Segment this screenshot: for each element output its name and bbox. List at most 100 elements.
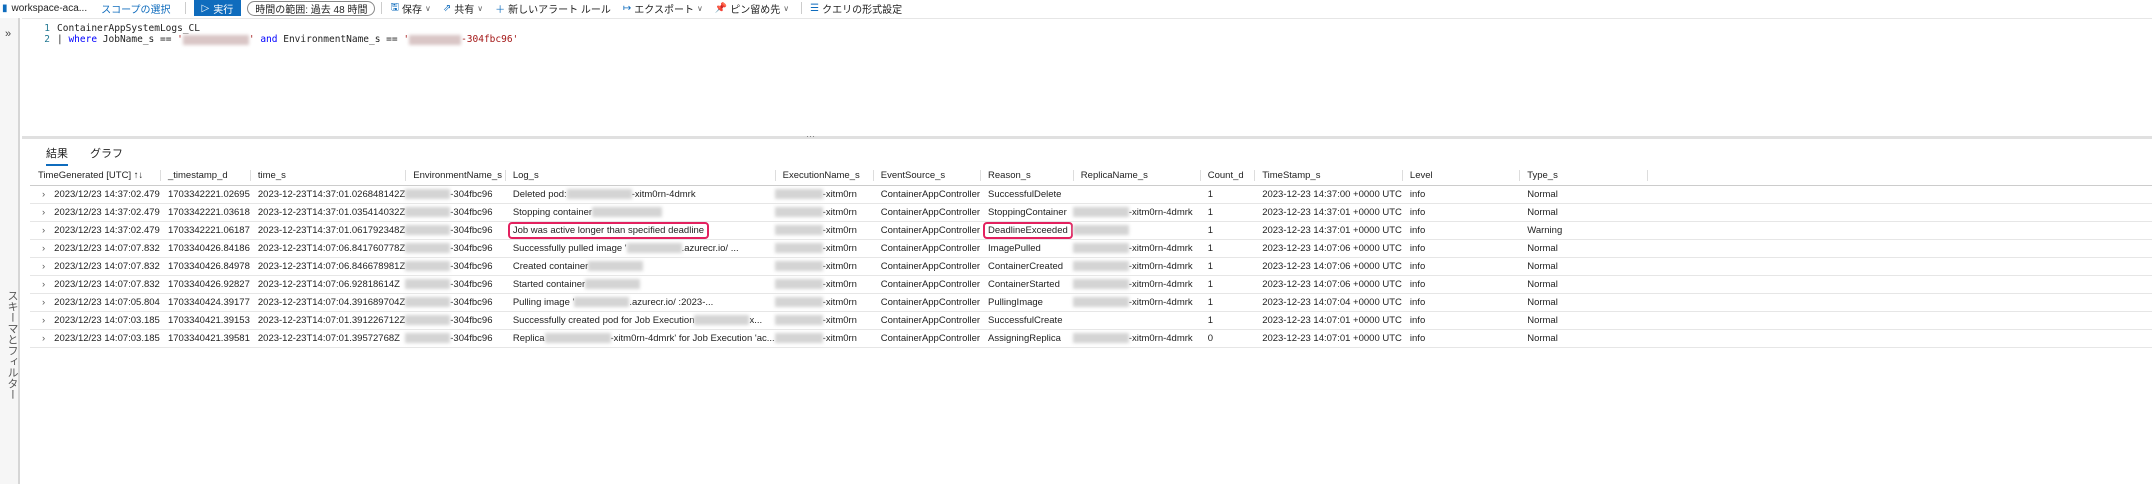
count: 1 xyxy=(1207,206,1214,218)
cell-replica: -xitm0rn-4dmrk xyxy=(1072,293,1200,312)
cell-reason: ContainerStarted xyxy=(980,275,1073,294)
environment-name: -304fbc96 xyxy=(450,332,493,344)
reason: StoppingContainer xyxy=(988,206,1067,218)
reason: SuccessfulCreate xyxy=(988,314,1063,326)
time-s: 2023-12-23T14:07:01.391226712Z xyxy=(257,314,406,326)
column-header[interactable]: Reason_s xyxy=(980,166,1073,186)
count: 1 xyxy=(1207,314,1214,326)
column-header[interactable]: TimeStamp_s xyxy=(1254,166,1402,186)
cell-empty xyxy=(1646,239,2152,258)
cell-reason: DeadlineExceeded xyxy=(980,221,1073,240)
column-header[interactable]: Log_s xyxy=(504,166,775,186)
cell-type: Normal xyxy=(1519,311,1647,330)
expand-row-icon[interactable]: › xyxy=(38,261,45,272)
cell-timestamp-s: 2023-12-23 14:37:01 +0000 UTC xyxy=(1254,203,1402,222)
level: info xyxy=(1409,314,1426,326)
new-alert-rule-button[interactable]: ＋新しいアラート ルール xyxy=(495,1,611,16)
pane-splitter[interactable] xyxy=(22,136,2152,139)
log-text: Started container xyxy=(512,278,586,290)
expand-row-icon[interactable]: › xyxy=(38,189,45,200)
timestamp-s: 2023-12-23 14:07:06 +0000 UTC xyxy=(1262,278,1402,290)
table-row[interactable]: › 2023/12/23 14:07:07.832 1703340426.8418… xyxy=(30,239,2152,258)
schema-filter-label[interactable]: スキーマとフィルター xyxy=(4,290,20,400)
column-header[interactable]: _timestamp_d xyxy=(159,166,250,186)
time-generated: 2023/12/23 14:37:02.479 xyxy=(54,188,160,200)
column-header[interactable]: Level xyxy=(1401,166,1520,186)
log-text: Stopping container xyxy=(512,206,593,218)
cell-environment: -304fbc96 xyxy=(405,311,505,330)
run-button[interactable]: ▷ 実行 xyxy=(193,0,242,16)
tab-chart[interactable]: グラフ xyxy=(90,145,123,166)
log-text-suffix: .azurecr.io/ ... xyxy=(681,242,739,254)
cell-time-s: 2023-12-23T14:07:06.841760778Z xyxy=(249,239,406,258)
redacted xyxy=(774,206,823,217)
schema-sidebar: » スキーマとフィルター xyxy=(0,18,20,484)
format-query-button[interactable]: ☰ クエリの形式設定 xyxy=(810,1,902,16)
share-icon: ⇗ xyxy=(442,2,452,14)
table-row[interactable]: › 2023/12/23 14:07:03.185 1703340421.3915… xyxy=(30,311,2152,330)
cell-level: info xyxy=(1401,203,1520,222)
pin-label: ピン留め先 xyxy=(730,4,781,16)
timestamp-s: 2023-12-23 14:37:00 +0000 UTC xyxy=(1262,188,1402,200)
cell-event-source: ContainerAppController xyxy=(872,293,981,312)
new-alert-label: 新しいアラート ルール xyxy=(508,4,611,16)
reason: ContainerStarted xyxy=(988,278,1060,290)
table-row[interactable]: › 2023/12/23 14:07:05.804 1703340424.3917… xyxy=(30,293,2152,312)
column-header[interactable]: ExecutionName_s xyxy=(774,166,873,186)
pin-button[interactable]: 📌 ピン留め先 ∨ xyxy=(715,1,789,16)
column-header[interactable]: ReplicaName_s xyxy=(1072,166,1200,186)
redacted xyxy=(405,224,451,235)
timestamp-s: 2023-12-23 14:07:01 +0000 UTC xyxy=(1262,314,1402,326)
splitter-handle-icon[interactable]: ··· xyxy=(806,131,815,141)
table-row[interactable]: › 2023/12/23 14:07:07.832 1703340426.9282… xyxy=(30,275,2152,294)
time-s: 2023-12-23T14:07:01.39572768Z xyxy=(257,332,400,344)
table-row[interactable]: › 2023/12/23 14:07:03.185 1703340421.3958… xyxy=(30,329,2152,348)
redacted xyxy=(405,242,451,253)
cell-count: 1 xyxy=(1199,239,1255,258)
time-range-button[interactable]: 時間の範囲: 過去 48 時間 xyxy=(247,0,376,16)
redacted xyxy=(409,34,462,45)
cell-empty xyxy=(1646,293,2152,312)
redacted xyxy=(1072,206,1129,217)
expand-row-icon[interactable]: › xyxy=(38,333,45,344)
redacted xyxy=(694,314,750,325)
column-header[interactable]: Type_s xyxy=(1519,166,1647,186)
table-row[interactable]: › 2023/12/23 14:07:07.832 1703340426.8497… xyxy=(30,257,2152,276)
expand-row-icon[interactable]: › xyxy=(38,297,45,308)
expand-row-icon[interactable]: › xyxy=(38,207,45,218)
query-editor[interactable]: 1 ContainerAppSystemLogs_CL 2 | where Jo… xyxy=(22,18,2152,136)
table-row[interactable]: › 2023/12/23 14:37:02.479 1703342221.0269… xyxy=(30,185,2152,204)
column-header[interactable]: EventSource_s xyxy=(872,166,981,186)
expand-row-icon[interactable]: › xyxy=(38,225,45,236)
column-header[interactable]: time_s xyxy=(249,166,406,186)
table-row[interactable]: › 2023/12/23 14:37:02.479 1703342221.0361… xyxy=(30,203,2152,222)
column-header[interactable]: TimeGenerated [UTC] ↑↓ xyxy=(30,166,160,186)
table-row[interactable]: › 2023/12/23 14:37:02.479 1703342221.0618… xyxy=(30,221,2152,240)
expand-row-icon[interactable]: › xyxy=(38,243,45,254)
cell-reason: ImagePulled xyxy=(980,239,1073,258)
log-text: Replica xyxy=(512,332,545,344)
cell-execution: -xitm0rn xyxy=(774,203,873,222)
expand-row-icon[interactable]: › xyxy=(38,315,45,326)
cell-log: Job was active longer than specified dea… xyxy=(504,221,775,240)
expand-row-icon[interactable]: › xyxy=(38,279,45,290)
workspace-name[interactable]: workspace-aca... xyxy=(12,3,88,14)
scope-select-link[interactable]: スコープの選択 xyxy=(101,1,170,16)
export-button[interactable]: ↦ エクスポート ∨ xyxy=(623,1,703,16)
redacted xyxy=(1072,296,1129,307)
column-header[interactable]: EnvironmentName_s xyxy=(405,166,505,186)
expand-sidebar-icon[interactable]: » xyxy=(5,28,11,40)
cell-time-s: 2023-12-23T14:37:01.026848142Z xyxy=(249,185,406,204)
cell-level: info xyxy=(1401,329,1520,348)
column-header[interactable]: Count_d xyxy=(1199,166,1255,186)
tab-results[interactable]: 結果 xyxy=(46,145,68,166)
cell-log: Created container xyxy=(504,257,775,276)
type: Normal xyxy=(1527,278,1558,290)
time-s: 2023-12-23T14:37:01.035414032Z xyxy=(257,206,406,218)
format-label: クエリの形式設定 xyxy=(822,4,903,16)
cell-timestamp-s: 2023-12-23 14:07:06 +0000 UTC xyxy=(1254,257,1402,276)
line-number: 1 xyxy=(44,23,50,34)
share-button[interactable]: ⇗ 共有 ∨ xyxy=(443,1,483,16)
save-button[interactable]: 🖫 保存 ∨ xyxy=(390,0,430,17)
cell-environment: -304fbc96 xyxy=(405,257,505,276)
